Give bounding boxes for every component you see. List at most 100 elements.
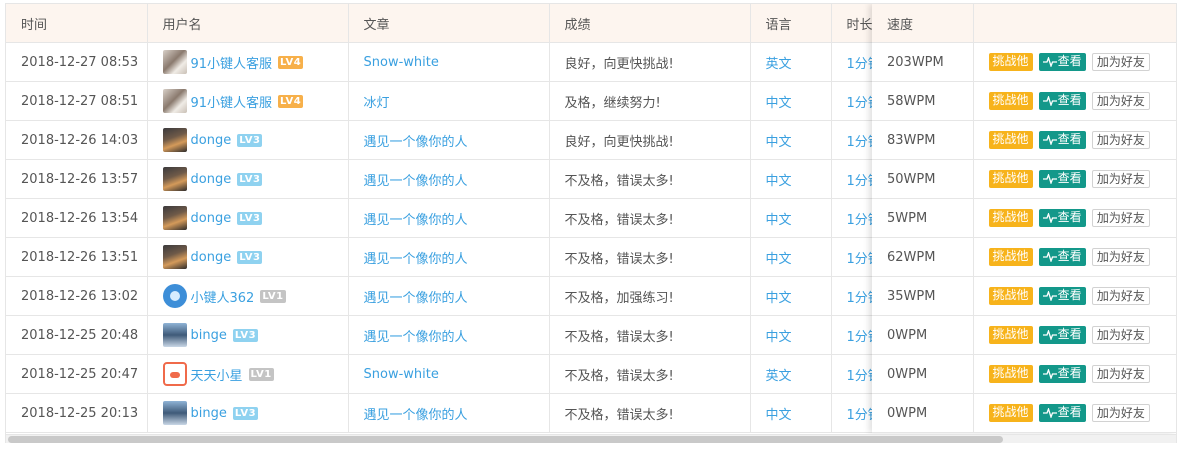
cell-speed: 0WPM	[872, 315, 974, 355]
challenge-button[interactable]: 挑战他	[988, 326, 1033, 344]
username-link[interactable]: donge	[191, 211, 232, 226]
username-link[interactable]: donge	[191, 172, 232, 187]
horizontal-scrollbar[interactable]	[6, 434, 1176, 443]
cell-language: 中文	[750, 315, 832, 355]
article-link[interactable]: 遇见一个像你的人	[364, 408, 468, 423]
user-avatar[interactable]	[162, 89, 187, 113]
user-avatar[interactable]	[162, 50, 187, 74]
add-friend-button[interactable]: 加为好友	[1091, 209, 1150, 227]
user-avatar[interactable]	[162, 167, 187, 191]
cell-actions: 挑战他 查看 加为好友	[973, 393, 1176, 433]
user-avatar[interactable]	[162, 245, 187, 269]
user-avatar[interactable]	[162, 401, 187, 425]
username-link[interactable]: binge	[191, 406, 227, 421]
result-text: 不及格，加强练习!	[564, 290, 674, 306]
username-link[interactable]: 91小键人客服	[191, 92, 273, 111]
username-link[interactable]: 天天小星	[191, 365, 243, 384]
cell-speed: 0WPM	[872, 354, 974, 394]
cell-article: 遇见一个像你的人	[348, 159, 550, 199]
challenge-button[interactable]: 挑战他	[988, 209, 1033, 227]
view-button[interactable]: 查看	[1038, 248, 1086, 266]
view-button[interactable]: 查看	[1038, 365, 1086, 383]
article-link[interactable]: 遇见一个像你的人	[364, 291, 468, 306]
username-link[interactable]: 91小键人客服	[191, 53, 273, 72]
language-link[interactable]: 英文	[766, 57, 792, 72]
add-friend-button[interactable]: 加为好友	[1091, 53, 1150, 71]
view-button[interactable]: 查看	[1038, 131, 1086, 149]
article-link[interactable]: 冰灯	[364, 96, 390, 111]
cell-speed: 0WPM	[872, 393, 974, 433]
user-avatar[interactable]	[162, 128, 187, 152]
article-link[interactable]: 遇见一个像你的人	[364, 252, 468, 267]
fixed-row: 0WPM 挑战他 查看 加为好友	[872, 315, 1176, 355]
article-link[interactable]: Snow-white	[364, 55, 439, 70]
language-link[interactable]: 中文	[766, 135, 792, 150]
cell-user: donge LV3	[147, 198, 349, 238]
add-friend-button[interactable]: 加为好友	[1091, 326, 1150, 344]
challenge-button[interactable]: 挑战他	[988, 248, 1033, 266]
language-link[interactable]: 中文	[766, 408, 792, 423]
challenge-button[interactable]: 挑战他	[988, 287, 1033, 305]
article-link[interactable]: Snow-white	[364, 367, 439, 382]
article-link[interactable]: 遇见一个像你的人	[364, 174, 468, 189]
challenge-button[interactable]: 挑战他	[988, 131, 1033, 149]
view-button[interactable]: 查看	[1038, 53, 1086, 71]
challenge-button[interactable]: 挑战他	[988, 170, 1033, 188]
challenge-button[interactable]: 挑战他	[988, 53, 1033, 71]
language-link[interactable]: 中文	[766, 330, 792, 345]
cell-actions: 挑战他 查看 加为好友	[973, 120, 1176, 160]
add-friend-button[interactable]: 加为好友	[1091, 404, 1150, 422]
user-avatar[interactable]	[162, 206, 187, 230]
language-link[interactable]: 中文	[766, 213, 792, 228]
language-link[interactable]: 中文	[766, 174, 792, 189]
article-link[interactable]: 遇见一个像你的人	[364, 330, 468, 345]
add-friend-button[interactable]: 加为好友	[1091, 287, 1150, 305]
view-button[interactable]: 查看	[1038, 209, 1086, 227]
username-link[interactable]: donge	[191, 250, 232, 265]
view-button[interactable]: 查看	[1038, 404, 1086, 422]
view-button[interactable]: 查看	[1038, 92, 1086, 110]
username-link[interactable]: donge	[191, 133, 232, 148]
cell-article: Snow-white	[348, 42, 550, 82]
cell-speed: 5WPM	[872, 198, 974, 238]
cell-result: 及格，继续努力!	[549, 81, 751, 121]
article-link[interactable]: 遇见一个像你的人	[364, 213, 468, 228]
user-avatar[interactable]	[162, 362, 187, 386]
user-avatar[interactable]	[162, 323, 187, 347]
add-friend-button[interactable]: 加为好友	[1091, 248, 1150, 266]
cell-result: 不及格，错误太多!	[549, 393, 751, 433]
level-badge: LV3	[237, 172, 263, 186]
add-friend-button[interactable]: 加为好友	[1091, 170, 1150, 188]
view-button[interactable]: 查看	[1038, 287, 1086, 305]
cell-speed: 58WPM	[872, 81, 974, 121]
add-friend-button[interactable]: 加为好友	[1091, 92, 1150, 110]
records-table-container: 时间 用户名 文章 成绩 语言 时长 2018-12-27 08:53 91小键…	[5, 3, 1177, 443]
challenge-button[interactable]: 挑战他	[988, 365, 1033, 383]
pulse-icon	[1042, 290, 1057, 301]
language-link[interactable]: 中文	[766, 291, 792, 306]
scrollbar-thumb[interactable]	[8, 436, 1003, 443]
fixed-row: 5WPM 挑战他 查看 加为好友	[872, 198, 1176, 238]
cell-user: 天天小星 LV1	[147, 354, 349, 394]
challenge-button[interactable]: 挑战他	[988, 92, 1033, 110]
cell-user: donge LV3	[147, 159, 349, 199]
view-label: 查看	[1057, 210, 1082, 224]
speed-text: 50WPM	[887, 171, 936, 187]
cell-time: 2018-12-25 20:48	[6, 315, 148, 355]
username-link[interactable]: 小键人362	[191, 287, 255, 306]
article-link[interactable]: 遇见一个像你的人	[364, 135, 468, 150]
language-link[interactable]: 中文	[766, 252, 792, 267]
user-avatar[interactable]	[162, 284, 187, 308]
view-button[interactable]: 查看	[1038, 170, 1086, 188]
language-link[interactable]: 中文	[766, 96, 792, 111]
table-scroll-area[interactable]: 时间 用户名 文章 成绩 语言 时长 2018-12-27 08:53 91小键…	[6, 4, 1176, 434]
add-friend-button[interactable]: 加为好友	[1091, 365, 1150, 383]
challenge-button[interactable]: 挑战他	[988, 404, 1033, 422]
username-link[interactable]: binge	[191, 328, 227, 343]
language-link[interactable]: 英文	[766, 369, 792, 384]
add-friend-button[interactable]: 加为好友	[1091, 131, 1150, 149]
time-text: 2018-12-27 08:51	[21, 93, 139, 109]
view-button[interactable]: 查看	[1038, 326, 1086, 344]
result-text: 不及格，错误太多!	[564, 368, 674, 384]
cell-article: 遇见一个像你的人	[348, 198, 550, 238]
